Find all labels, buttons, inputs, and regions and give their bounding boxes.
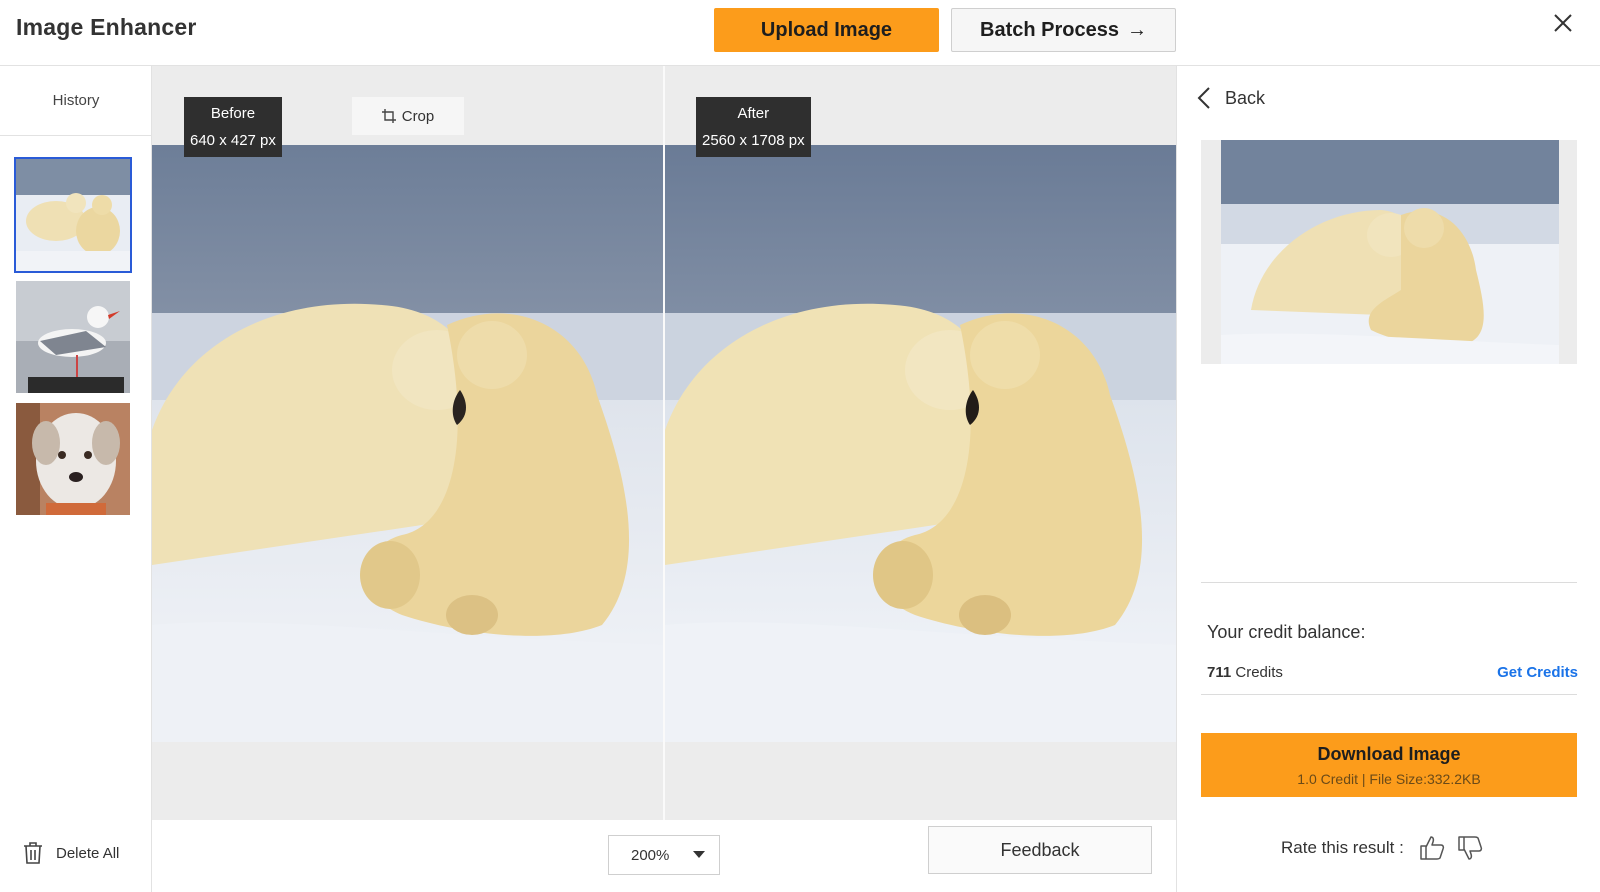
credit-balance-title: Your credit balance: [1207, 622, 1366, 642]
close-button[interactable] [1546, 6, 1580, 40]
crop-icon [381, 109, 396, 123]
app-header: Image Enhancer Upload Image Batch Proces… [0, 0, 1600, 66]
tab-history[interactable]: History [0, 66, 152, 136]
close-icon [1554, 14, 1572, 32]
app-title: Image Enhancer [16, 14, 197, 40]
thumbs-up-icon [1420, 836, 1444, 860]
delete-all-button[interactable]: Delete All [22, 841, 119, 865]
thumbs-up-button[interactable] [1418, 834, 1446, 862]
polar-bears-thumbnail-image [16, 159, 130, 271]
caret-down-icon [693, 851, 705, 858]
back-label: Back [1225, 87, 1266, 108]
get-credits-link[interactable]: Get Credits [1497, 664, 1578, 681]
credit-amount: 711 [1207, 664, 1232, 681]
before-image [152, 145, 663, 742]
trash-icon [24, 842, 42, 864]
after-image [665, 145, 1176, 742]
chevron-left-icon [1197, 87, 1210, 109]
result-panel: Back Your credit balance: 711 Credits Ge… [1176, 66, 1600, 892]
before-label: Before 640 x 427 px [184, 97, 282, 157]
credit-balance-value: 711 Credits [1207, 664, 1283, 681]
after-title: After [737, 105, 770, 122]
batch-process-label: Batch Process [980, 18, 1119, 41]
result-preview [1201, 140, 1577, 364]
history-thumbnail-dog[interactable] [16, 403, 130, 515]
zoom-select[interactable]: 200% [608, 835, 720, 875]
thumbs-down-button[interactable] [1456, 834, 1484, 862]
rate-label: Rate this result : [1281, 838, 1404, 857]
rating-row: Rate this result : [1281, 834, 1484, 862]
crop-button[interactable]: Crop [352, 97, 464, 135]
history-thumbnail-seagull[interactable] [16, 281, 130, 393]
batch-process-button[interactable]: Batch Process → [951, 8, 1176, 52]
feedback-button[interactable]: Feedback [928, 826, 1152, 874]
download-label: Download Image [1317, 743, 1461, 764]
after-pane[interactable]: After 2560 x 1708 px [665, 66, 1176, 820]
arrow-right-icon: → [1126, 18, 1147, 41]
after-dimensions: 2560 x 1708 px [702, 132, 805, 149]
delete-all-label: Delete All [56, 844, 120, 862]
crop-label: Crop [401, 107, 435, 125]
upload-image-button[interactable]: Upload Image [714, 8, 939, 52]
dog-thumbnail-image [16, 403, 130, 515]
history-thumbnail-polar-bears[interactable] [14, 157, 132, 273]
thumbs-down-icon [1458, 836, 1482, 860]
bottom-toolbar: 200% Feedback [152, 820, 1176, 892]
download-cost-size: 1.0 Credit | File Size:332.2KB [1297, 770, 1481, 787]
download-image-button[interactable]: Download Image 1.0 Credit | File Size:33… [1201, 733, 1577, 797]
before-title: Before [210, 105, 256, 122]
separator [1201, 582, 1577, 583]
back-button[interactable]: Back [1197, 86, 1265, 110]
before-pane[interactable]: Before 640 x 427 px Crop [152, 66, 663, 820]
after-label: After 2560 x 1708 px [696, 97, 811, 157]
credit-unit: Credits [1235, 664, 1283, 681]
separator [1201, 694, 1577, 695]
seagull-thumbnail-image [16, 281, 130, 393]
comparison-view[interactable]: Before 640 x 427 px Crop After 2560 x 17… [152, 66, 1176, 820]
before-dimensions: 640 x 427 px [190, 132, 276, 149]
zoom-value: 200% [631, 846, 670, 864]
history-sidebar: History Delete All [0, 66, 152, 892]
result-preview-image [1221, 140, 1559, 364]
